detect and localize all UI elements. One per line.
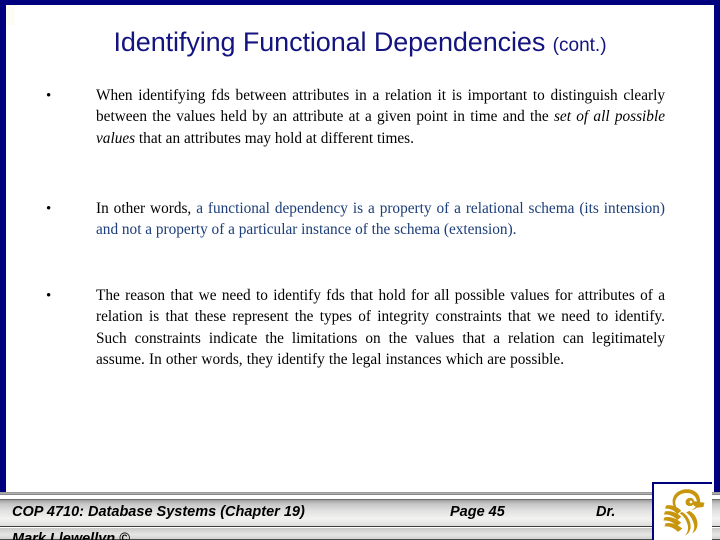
bullet-3-segment-1: The reason that we need to identify fds … — [96, 287, 665, 369]
slide-footer: COP 4710: Database Systems (Chapter 19) … — [0, 492, 720, 540]
footer-instructor-prefix: Dr. — [596, 504, 616, 520]
slide-border-left — [0, 0, 6, 495]
slide-title-main: Identifying Functional Dependencies — [113, 27, 546, 57]
bullet-marker-icon: • — [46, 88, 52, 104]
slide-title: Identifying Functional Dependencies (con… — [0, 27, 720, 57]
bullet-item: • In other words, a functional dependenc… — [40, 198, 665, 241]
footer-page-number: Page 45 — [450, 504, 505, 520]
bullet-2-segment-1: In other words, — [96, 200, 197, 217]
bullet-item: • The reason that we need to identify fd… — [40, 285, 665, 371]
bullet-item: • When identifying fds between attribute… — [40, 85, 665, 149]
ucf-pegasus-logo-icon — [663, 489, 705, 536]
slide-title-continuation: (cont.) — [552, 35, 607, 56]
slide-border-right — [714, 0, 720, 495]
logo-panel — [652, 482, 712, 540]
bullet-marker-icon: • — [46, 288, 52, 304]
bullet-marker-icon: • — [46, 201, 52, 217]
footer-course-label: COP 4710: Database Systems (Chapter 19) — [12, 504, 305, 520]
slide-border-top — [0, 0, 720, 5]
bullet-text: When identifying fds between attributes … — [96, 85, 665, 149]
slide-border-inner-highlight — [6, 5, 15, 25]
bullet-text: The reason that we need to identify fds … — [96, 285, 665, 371]
bullet-text: In other words, a functional dependency … — [96, 198, 665, 241]
footer-author-label: Mark Llewellyn © — [12, 531, 130, 540]
slide-canvas: Identifying Functional Dependencies (con… — [0, 0, 720, 540]
bullet-1-segment-3: that an attributes may hold at different… — [135, 129, 414, 147]
